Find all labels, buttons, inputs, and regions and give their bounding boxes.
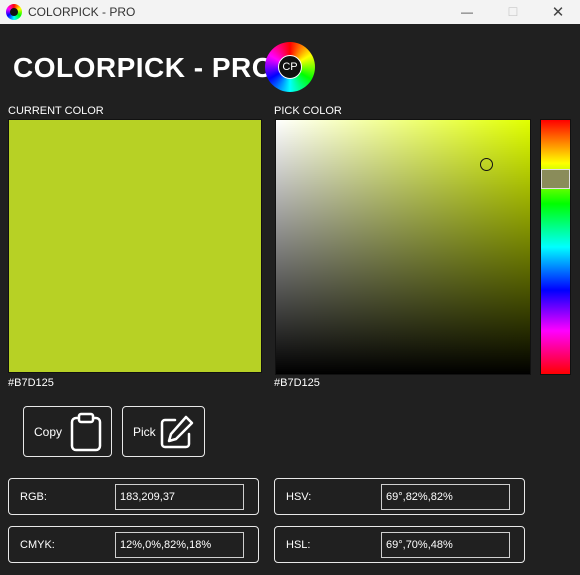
cmyk-row: CMYK: xyxy=(8,526,259,563)
minimize-button[interactable]: — xyxy=(444,0,490,24)
cmyk-label: CMYK: xyxy=(20,539,55,551)
hue-slider-thumb[interactable] xyxy=(541,169,570,189)
hsv-label: HSV: xyxy=(286,491,312,503)
copy-button-label: Copy xyxy=(34,424,63,439)
app-logo: CP xyxy=(265,42,315,92)
close-button[interactable]: ✕ xyxy=(535,0,580,24)
logo-text: CP xyxy=(278,55,302,79)
pick-button[interactable]: Pick xyxy=(122,406,205,457)
current-color-label: CURRENT COLOR xyxy=(8,105,104,117)
clipboard-icon xyxy=(70,412,102,451)
picker-cursor[interactable] xyxy=(480,158,493,171)
window-title: COLORPICK - PRO xyxy=(28,5,136,19)
pick-hex-value: #B7D125 xyxy=(274,377,320,389)
hsv-field[interactable] xyxy=(381,484,510,510)
rgb-row: RGB: xyxy=(8,478,259,515)
pick-color-label: PICK COLOR xyxy=(274,105,342,117)
hsv-row: HSV: xyxy=(274,478,525,515)
app-title: COLORPICK - PRO xyxy=(13,52,275,83)
hue-slider[interactable] xyxy=(540,119,571,375)
rgb-label: RGB: xyxy=(20,491,47,503)
saturation-value-picker[interactable] xyxy=(275,119,531,375)
maximize-button[interactable]: ☐ xyxy=(490,0,536,24)
cmyk-field[interactable] xyxy=(115,532,244,558)
pick-button-label: Pick xyxy=(133,424,156,439)
hsl-field[interactable] xyxy=(381,532,510,558)
app-icon xyxy=(6,4,22,20)
rgb-field[interactable] xyxy=(115,484,244,510)
current-color-swatch xyxy=(8,119,262,373)
black-gradient xyxy=(276,120,530,374)
copy-button[interactable]: Copy xyxy=(23,406,112,457)
title-bar: COLORPICK - PRO — ☐ ✕ xyxy=(0,0,580,24)
current-hex-value: #B7D125 xyxy=(8,377,54,389)
edit-icon xyxy=(160,415,194,448)
hsl-label: HSL: xyxy=(286,539,311,551)
hsl-row: HSL: xyxy=(274,526,525,563)
